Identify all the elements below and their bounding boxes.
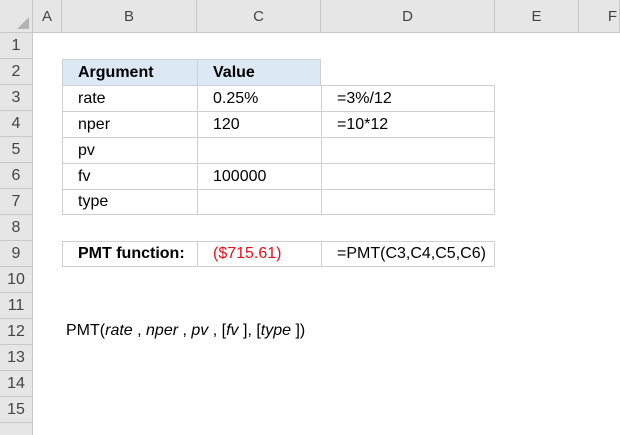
- row-header-14[interactable]: 14: [0, 371, 33, 397]
- row-header-6[interactable]: 6: [0, 163, 33, 189]
- cell-c4[interactable]: 120: [197, 111, 322, 138]
- cell-d3[interactable]: =3%/12: [321, 85, 495, 112]
- column-header-b[interactable]: B: [62, 0, 197, 33]
- syntax-fn: PMT(: [66, 322, 106, 339]
- cell-b9-pmt-label[interactable]: PMT function:: [62, 241, 198, 267]
- syntax-rate: rate: [105, 322, 133, 339]
- syntax-sep2: ,: [178, 322, 192, 339]
- syntax-pv: pv: [191, 322, 209, 339]
- cell-b5[interactable]: pv: [62, 137, 198, 164]
- syntax-end: ]): [291, 322, 306, 339]
- column-header-f[interactable]: F: [579, 0, 620, 33]
- row-header-9[interactable]: 9: [0, 241, 33, 267]
- row-header-10[interactable]: 10: [0, 267, 33, 293]
- cell-b3[interactable]: rate: [62, 85, 198, 112]
- cell-b6[interactable]: fv: [62, 163, 198, 190]
- row-header-4[interactable]: 4: [0, 111, 33, 137]
- column-header-c[interactable]: C: [197, 0, 321, 33]
- cell-c3[interactable]: 0.25%: [197, 85, 322, 112]
- cell-c2-value-header[interactable]: Value: [197, 59, 321, 86]
- row-header-11[interactable]: 11: [0, 293, 33, 319]
- syntax-type: type: [260, 322, 292, 339]
- cell-b2-argument-header[interactable]: Argument: [62, 59, 198, 86]
- spreadsheet[interactable]: A B C D E F 1 2 3 4 5 6 7 8 9 10 11 12 1…: [0, 0, 620, 435]
- cell-c7[interactable]: [197, 189, 322, 215]
- syntax-nper: nper: [146, 322, 179, 339]
- row-header-16[interactable]: [0, 423, 33, 435]
- row-header-12[interactable]: 12: [0, 319, 33, 345]
- row-header-13[interactable]: 13: [0, 345, 33, 371]
- syntax-sep4: ], [: [238, 322, 261, 339]
- column-header-a[interactable]: A: [33, 0, 62, 33]
- column-header-d[interactable]: D: [321, 0, 495, 33]
- cell-b4[interactable]: nper: [62, 111, 198, 138]
- column-header-e[interactable]: E: [495, 0, 579, 33]
- syntax-sep1: ,: [132, 322, 147, 339]
- cell-d7[interactable]: [321, 189, 495, 215]
- row-header-3[interactable]: 3: [0, 85, 33, 111]
- cell-b7[interactable]: type: [62, 189, 198, 215]
- cell-d9-pmt-formula[interactable]: =PMT(C3,C4,C5,C6): [321, 241, 495, 267]
- cell-d4[interactable]: =10*12: [321, 111, 495, 138]
- row-header-1[interactable]: 1: [0, 33, 33, 59]
- cell-c9-pmt-result[interactable]: ($715.61): [197, 241, 322, 267]
- cell-d5[interactable]: [321, 137, 495, 164]
- cell-d6[interactable]: [321, 163, 495, 190]
- row-header-7[interactable]: 7: [0, 189, 33, 215]
- row-header-5[interactable]: 5: [0, 137, 33, 163]
- syntax-fv: fv: [226, 322, 239, 339]
- row-header-15[interactable]: 15: [0, 397, 33, 423]
- select-all-triangle-icon: [17, 17, 29, 29]
- cell-c6[interactable]: 100000: [197, 163, 322, 190]
- row-header-2[interactable]: 2: [0, 59, 33, 85]
- select-all-corner[interactable]: [0, 0, 33, 33]
- syntax-sep3: , [: [208, 322, 227, 339]
- cell-c5[interactable]: [197, 137, 322, 164]
- row-header-8[interactable]: 8: [0, 215, 33, 241]
- pmt-syntax-text: PMT(rate , nper , pv , [fv ], [type ]): [66, 318, 305, 344]
